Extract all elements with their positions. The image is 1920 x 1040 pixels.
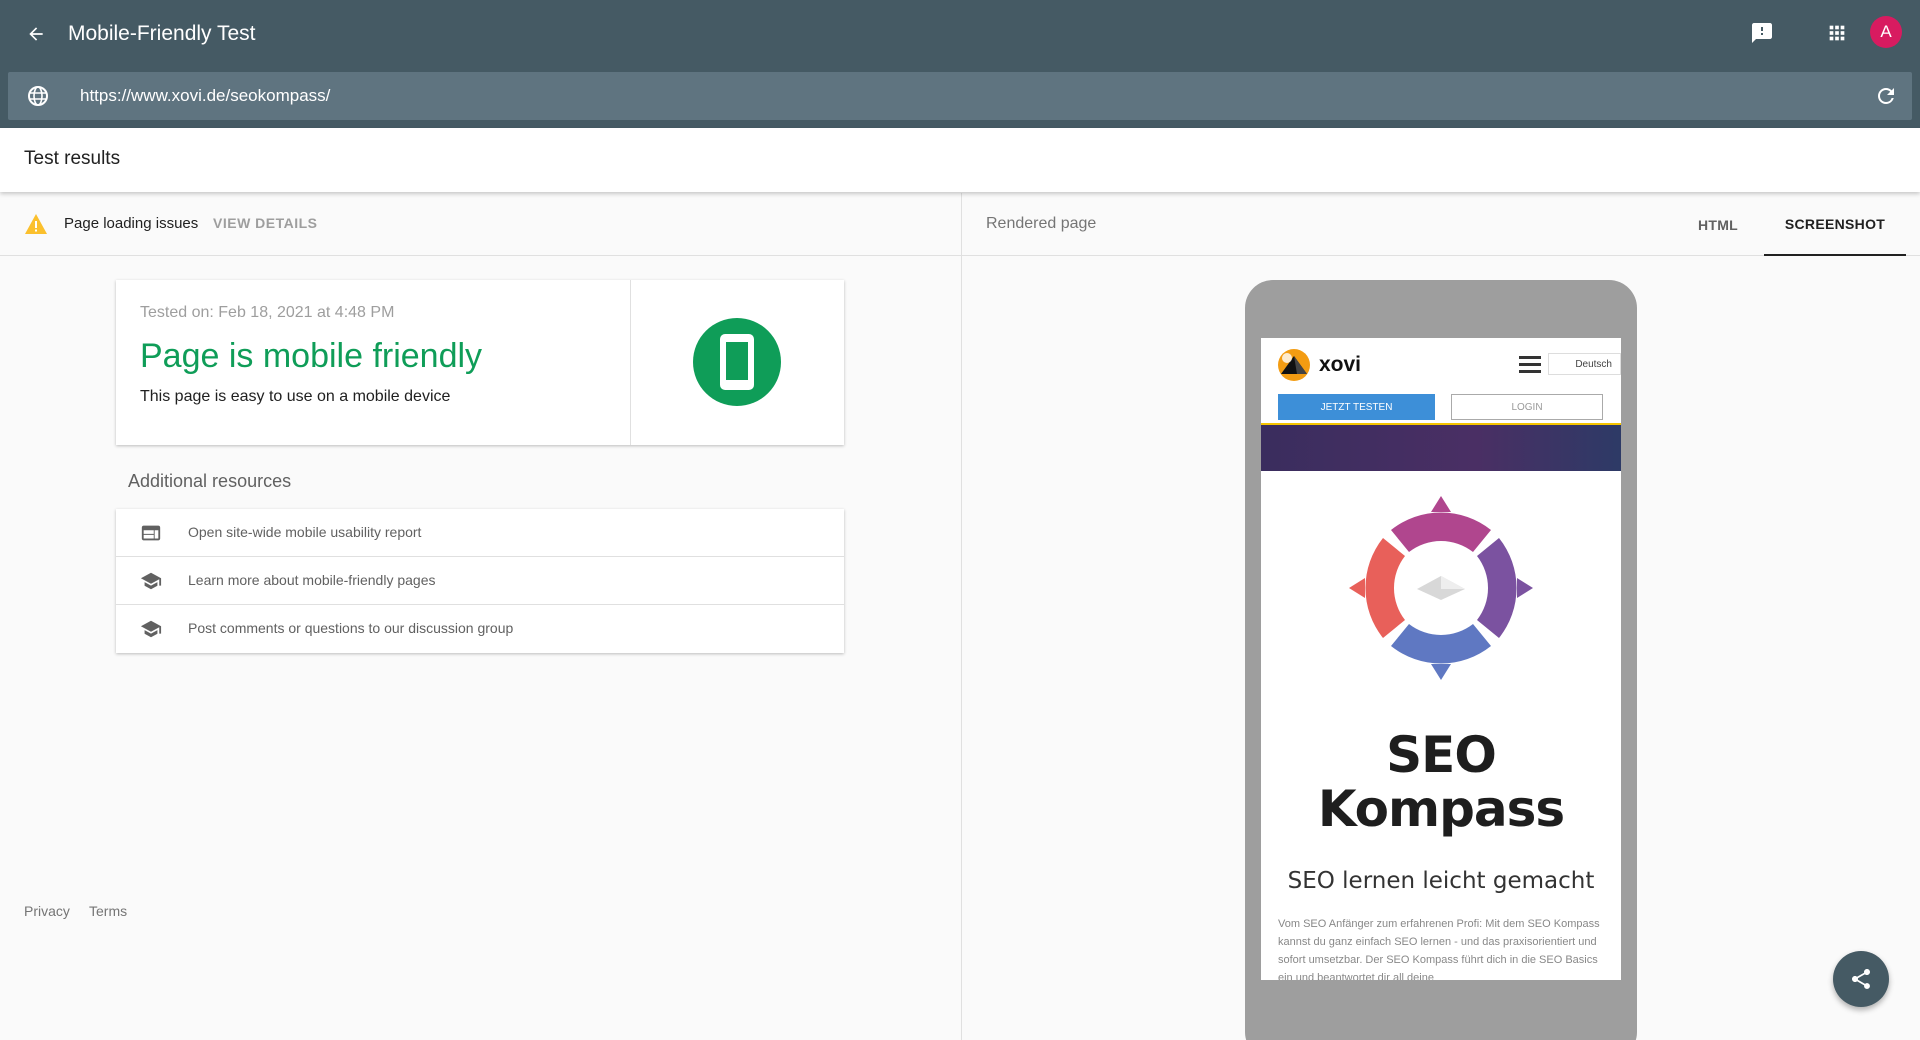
graduation-cap-icon <box>140 570 162 592</box>
globe-icon <box>26 84 50 108</box>
phone-frame: xovi Deutsch JETZT TESTEN LOGIN SEO Komp… <box>1245 280 1637 1040</box>
rendered-page-title: Rendered page <box>986 215 1097 232</box>
compass-graphic-icon <box>1321 468 1561 708</box>
view-details-link[interactable]: VIEW DETAILS <box>213 215 318 231</box>
verdict-subtitle: This page is easy to use on a mobile dev… <box>140 388 451 405</box>
hero-band <box>1261 425 1621 471</box>
results-header: Test results <box>0 128 1920 192</box>
account-avatar[interactable]: A <box>1870 16 1902 48</box>
feedback-icon[interactable] <box>1747 18 1777 48</box>
resource-item-usability-report[interactable]: Open site-wide mobile usability report <box>116 509 844 557</box>
additional-resources-title: Additional resources <box>128 471 292 491</box>
hamburger-menu-icon <box>1519 356 1541 374</box>
share-button[interactable] <box>1833 951 1889 1007</box>
privacy-link[interactable]: Privacy <box>24 903 70 919</box>
app-bar-top: Mobile-Friendly Test A <box>0 0 1920 66</box>
right-panel: Rendered page HTML SCREENSHOT xovi Deuts… <box>962 193 1920 1040</box>
issues-bar: Page loading issues VIEW DETAILS <box>0 193 961 256</box>
tab-html[interactable]: HTML <box>1662 193 1774 256</box>
resource-item-learn-more[interactable]: Learn more about mobile-friendly pages <box>116 557 844 605</box>
url-bar <box>8 72 1912 120</box>
mobile-phone-icon <box>693 318 781 406</box>
cta-primary: JETZT TESTEN <box>1278 394 1435 420</box>
preview-headline-line2: Kompass <box>1317 780 1565 838</box>
app-bar: Mobile-Friendly Test A <box>0 0 1920 128</box>
result-card: Tested on: Feb 18, 2021 at 4:48 PM Page … <box>116 280 844 445</box>
preview-subheadline: SEO lernen leicht gemacht <box>1287 868 1595 894</box>
refresh-icon[interactable] <box>1874 84 1898 108</box>
preview-headline-line1: SEO <box>1386 726 1497 784</box>
site-header: xovi Deutsch JETZT TESTEN LOGIN <box>1261 338 1621 425</box>
tested-on-timestamp: Tested on: Feb 18, 2021 at 4:48 PM <box>140 304 395 321</box>
browser-window-icon <box>140 522 162 544</box>
apps-grid-icon[interactable] <box>1822 18 1852 48</box>
rendered-page-bar: Rendered page HTML SCREENSHOT <box>962 193 1920 256</box>
language-select: Deutsch <box>1548 353 1621 375</box>
resources-list: Open site-wide mobile usability report L… <box>116 509 844 653</box>
left-panel: Page loading issues VIEW DETAILS Tested … <box>0 193 961 1040</box>
page-loading-issues-text: Page loading issues <box>64 215 199 232</box>
preview-headline: SEO Kompass <box>1261 728 1621 836</box>
url-input[interactable] <box>80 80 1840 112</box>
card-divider <box>630 280 631 445</box>
rendered-screenshot[interactable]: xovi Deutsch JETZT TESTEN LOGIN SEO Komp… <box>1261 338 1621 980</box>
xovi-logo-icon <box>1277 348 1311 382</box>
cta-login: LOGIN <box>1451 394 1603 420</box>
warning-icon <box>24 213 48 235</box>
resource-item-discussion-group[interactable]: Post comments or questions to our discus… <box>116 605 844 653</box>
tab-screenshot[interactable]: SCREENSHOT <box>1764 193 1906 256</box>
resource-label: Post comments or questions to our discus… <box>188 620 514 636</box>
terms-link[interactable]: Terms <box>89 903 127 919</box>
back-arrow-icon[interactable] <box>22 20 50 48</box>
resource-label: Open site-wide mobile usability report <box>188 524 422 540</box>
graduation-cap-icon <box>140 618 162 640</box>
app-title: Mobile-Friendly Test <box>68 22 256 45</box>
results-title: Test results <box>24 148 121 169</box>
site-brand: xovi <box>1319 353 1362 376</box>
resource-label: Learn more about mobile-friendly pages <box>188 572 436 588</box>
verdict-title: Page is mobile friendly <box>140 337 483 375</box>
share-icon <box>1852 969 1870 989</box>
preview-paragraph: Vom SEO Anfänger zum erfahrenen Profi: M… <box>1278 918 1600 980</box>
